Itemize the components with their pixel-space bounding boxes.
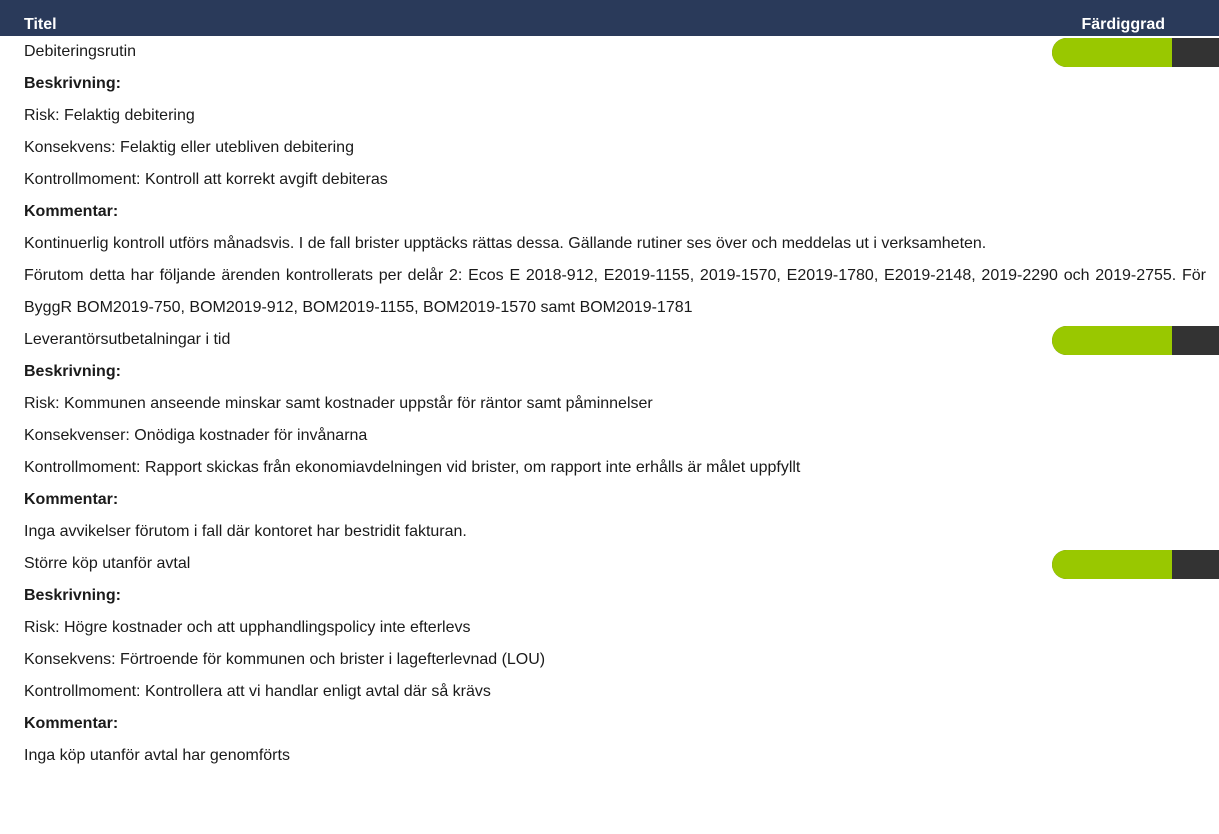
comment-paragraph: Inga avvikelser förutom i fall där konto…	[24, 523, 467, 540]
description-line: Kontrollmoment: Rapport skickas från eko…	[24, 459, 801, 476]
item-title-row: Leverantörsutbetalningar i tid	[0, 324, 1219, 356]
item-title: Större köp utanför avtal	[24, 555, 191, 572]
beskrivning-label: Beskrivning:	[24, 587, 121, 604]
progress-bar-fill	[1052, 38, 1173, 67]
beskrivning-label: Beskrivning:	[24, 75, 121, 92]
column-progress-header: Färdiggrad	[1081, 16, 1165, 33]
progress-bar	[1052, 38, 1219, 67]
progress-bar	[1052, 326, 1219, 355]
description-line: Konsekvens: Felaktig eller utebliven deb…	[24, 139, 354, 156]
description-line: Risk: Felaktig debitering	[24, 107, 195, 124]
comment-paragraph: Kontinuerlig kontroll utförs månadsvis. …	[24, 235, 987, 252]
comment-paragraph: Inga köp utanför avtal har genomförts	[24, 747, 290, 764]
column-title-header: Titel	[24, 16, 57, 33]
beskrivning-label: Beskrivning:	[24, 363, 121, 380]
progress-bar	[1052, 550, 1219, 579]
table-header: Titel Färdiggrad	[0, 0, 1219, 36]
item-title: Leverantörsutbetalningar i tid	[24, 331, 231, 348]
description-line: Risk: Högre kostnader och att upphandlin…	[24, 619, 471, 636]
control-item: Leverantörsutbetalningar i tid Beskrivnin…	[0, 324, 1219, 548]
progress-bar-fill	[1052, 550, 1173, 579]
description-line: Konsekvenser: Onödiga kostnader för invå…	[24, 427, 368, 444]
progress-bar-fill	[1052, 326, 1173, 355]
control-items-list: Debiteringsrutin Beskrivning: Risk: Felakt…	[0, 36, 1219, 772]
description-line: Kontrollmoment: Kontroll att korrekt avg…	[24, 171, 388, 188]
item-title: Debiteringsrutin	[24, 43, 137, 60]
kommentar-label: Kommentar:	[24, 491, 119, 508]
item-title-row: Debiteringsrutin	[0, 36, 1219, 68]
comment-paragraph: Förutom detta har följande ärenden kontr…	[24, 267, 1206, 316]
control-item: Debiteringsrutin Beskrivning: Risk: Felakt…	[0, 36, 1219, 324]
kommentar-label: Kommentar:	[24, 203, 119, 220]
description-line: Konsekvens: Förtroende för kommunen och …	[24, 651, 546, 668]
description-line: Risk: Kommunen anseende minskar samt kos…	[24, 395, 653, 412]
item-title-row: Större köp utanför avtal	[0, 548, 1219, 580]
kommentar-label: Kommentar:	[24, 715, 119, 732]
control-item: Större köp utanför avtal Beskrivning: Risk…	[0, 548, 1219, 772]
description-line: Kontrollmoment: Kontrollera att vi handl…	[24, 683, 491, 700]
